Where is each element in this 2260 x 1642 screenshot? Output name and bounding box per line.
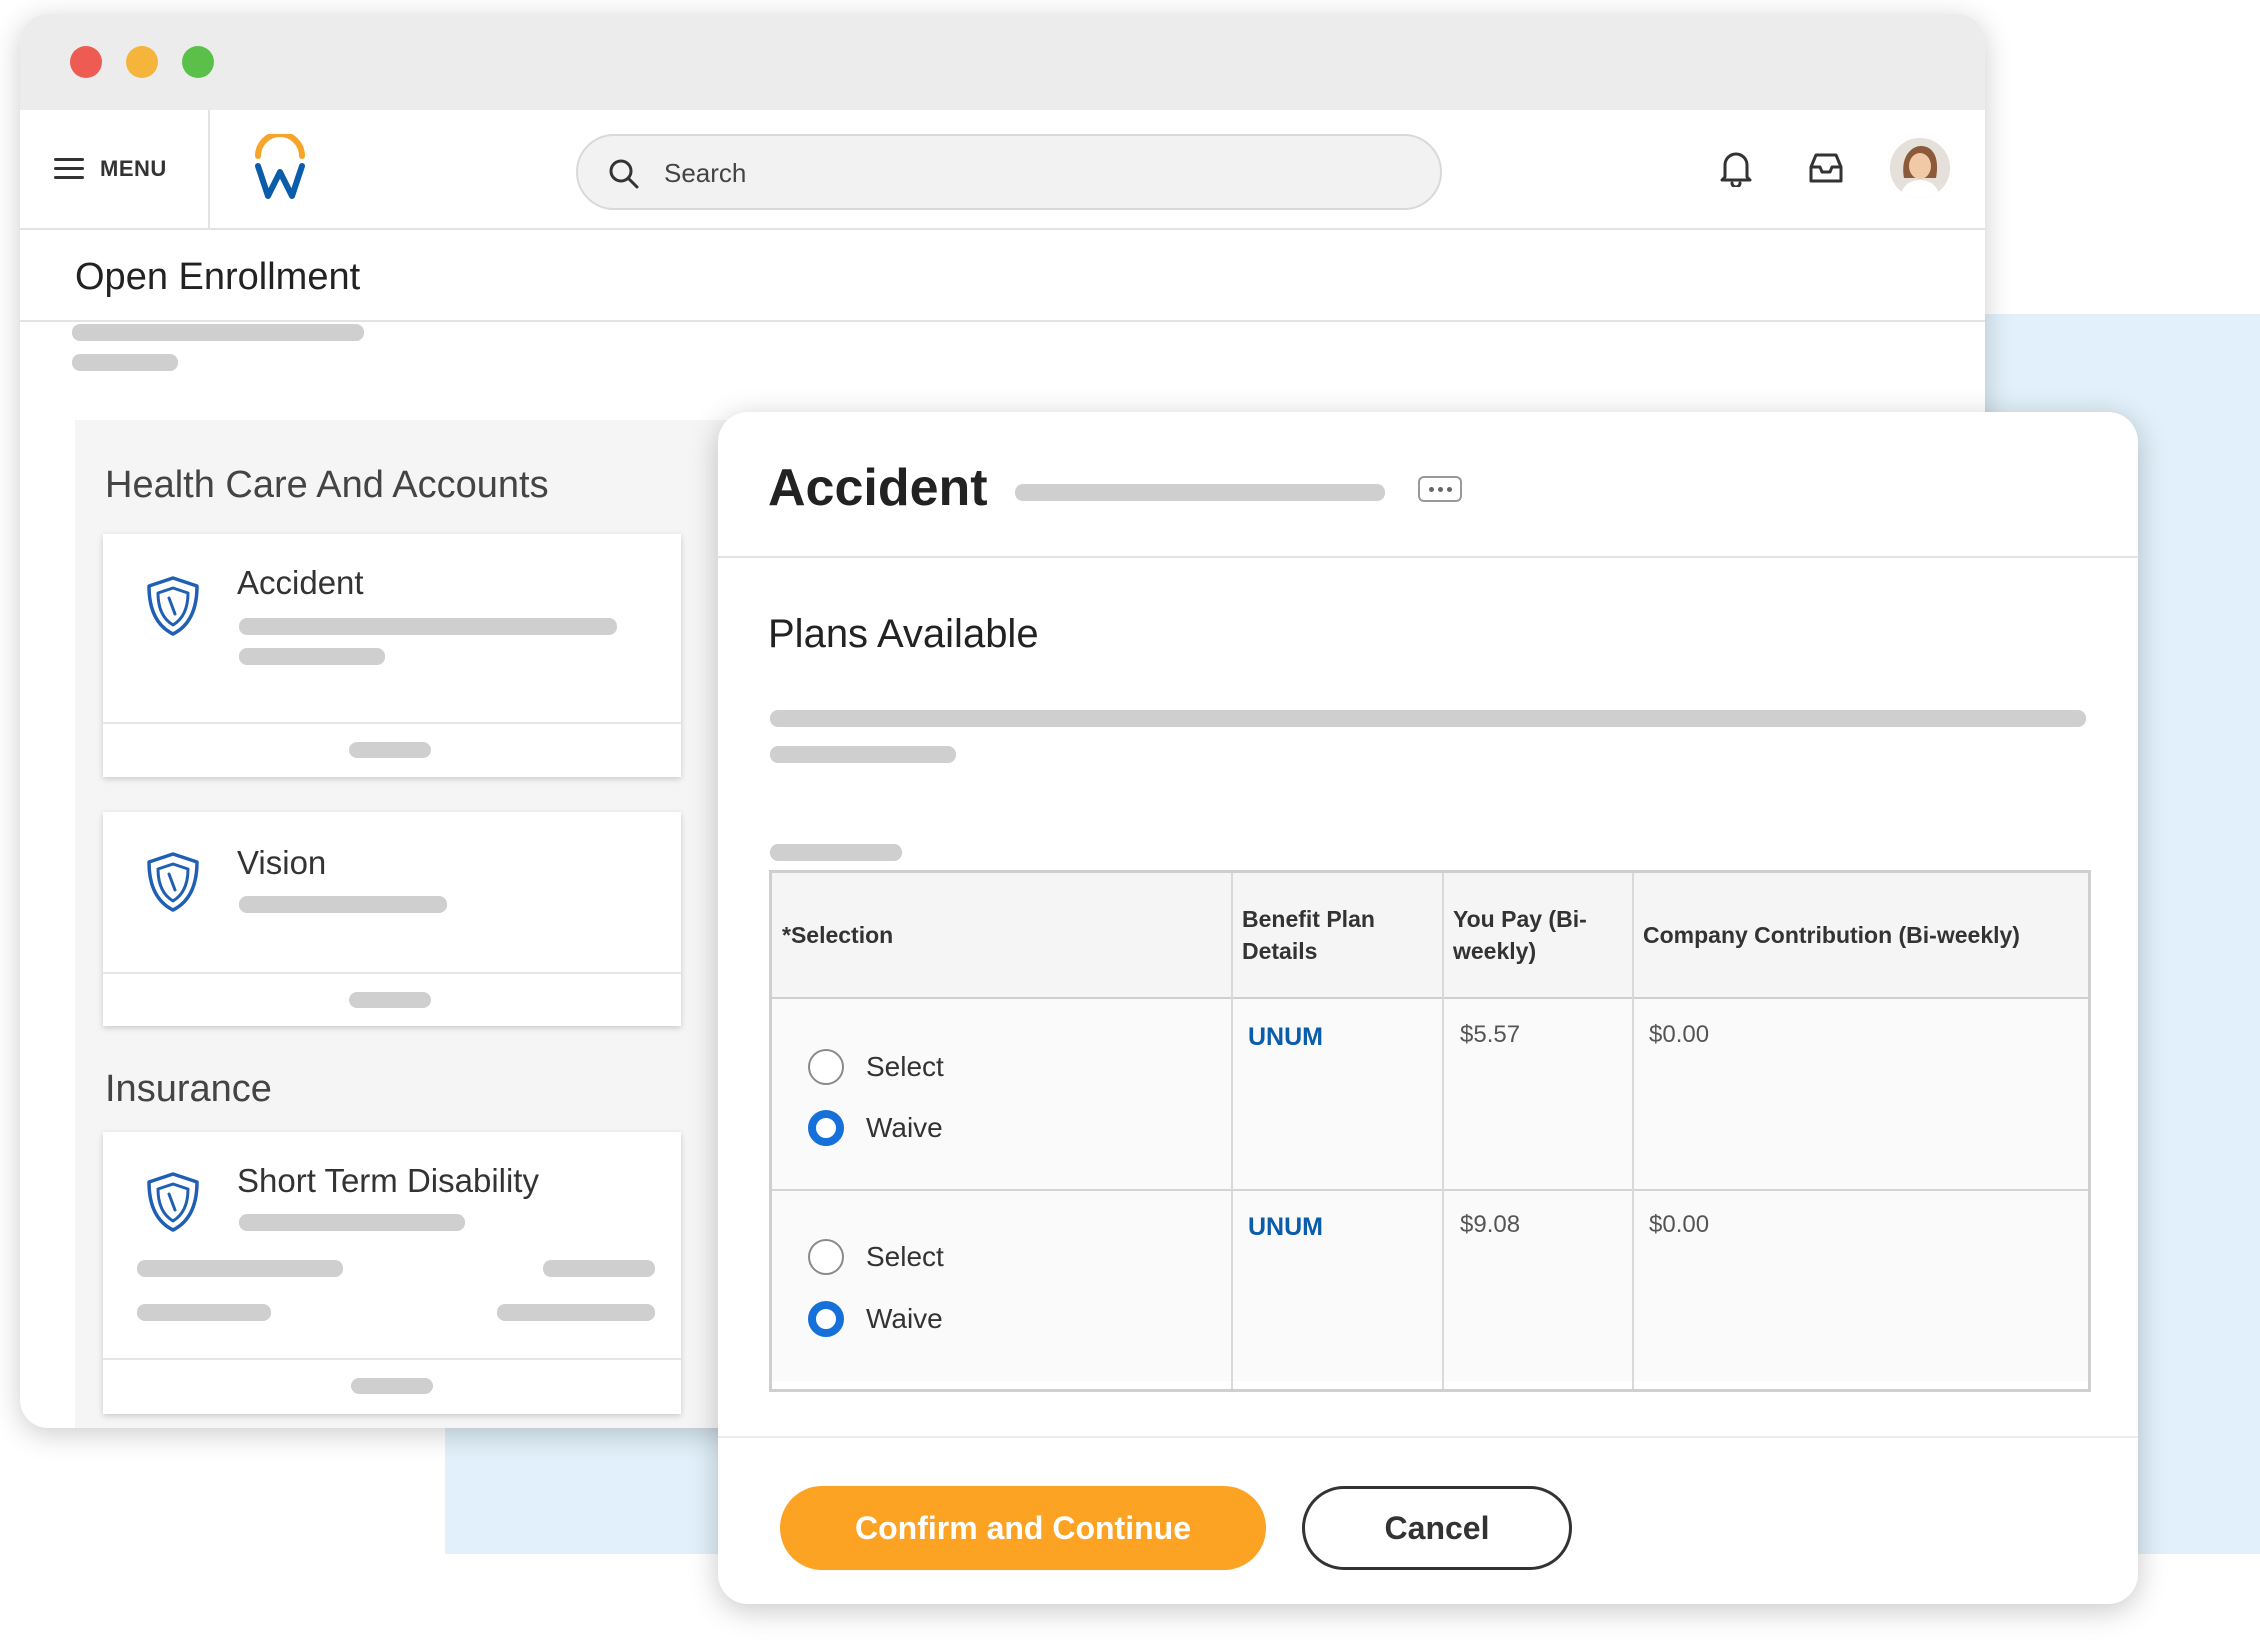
plans-table: *Selection Benefit Plan Details You Pay … — [769, 870, 2091, 1392]
shield-icon — [147, 1172, 199, 1232]
workday-logo-icon[interactable] — [250, 134, 310, 204]
placeholder-line — [239, 896, 447, 913]
section-title-insurance: Insurance — [105, 1068, 272, 1110]
window-titlebar — [20, 14, 1985, 110]
placeholder-line — [349, 992, 431, 1008]
benefit-card-title: Vision — [237, 844, 327, 881]
placeholder-line — [351, 1378, 433, 1394]
radio-label: Waive — [866, 1303, 943, 1334]
search-icon — [609, 159, 639, 189]
plan-details-link[interactable]: UNUM — [1248, 1213, 1323, 1242]
shield-icon — [147, 852, 199, 912]
user-avatar-image — [1890, 138, 1950, 198]
company-contribution-value: $0.00 — [1649, 1211, 1710, 1238]
placeholder-line — [770, 746, 956, 763]
placeholder-line — [770, 844, 902, 861]
nav-divider — [208, 110, 210, 228]
bell-icon — [1720, 152, 1752, 187]
company-contribution-value: $0.00 — [1649, 1021, 1710, 1048]
card-footer — [103, 1358, 681, 1416]
shield-icon — [147, 576, 199, 636]
placeholder-line — [1015, 484, 1385, 501]
placeholder-line — [497, 1304, 655, 1321]
benefit-card-short-term-disability[interactable]: Short Term Disability — [103, 1132, 681, 1414]
hamburger-icon — [54, 158, 84, 180]
accident-modal: Accident Plans Available *Selection Bene… — [718, 412, 2138, 1604]
notifications-button[interactable] — [1708, 140, 1764, 196]
ellipsis-dot — [1428, 486, 1434, 492]
ellipsis-dot — [1437, 486, 1443, 492]
column-divider — [1231, 873, 1233, 1389]
confirm-and-continue-button[interactable]: Confirm and Continue — [780, 1486, 1266, 1570]
column-divider — [1632, 873, 1634, 1389]
column-header-company-contribution: Company Contribution (Bi-weekly) — [1643, 922, 2020, 948]
minimize-window-button[interactable] — [126, 46, 158, 78]
column-header-plan-details: Benefit Plan Details — [1242, 906, 1375, 964]
placeholder-line — [239, 1214, 465, 1231]
placeholder-line — [349, 742, 431, 758]
column-header-you-pay: You Pay (Bi-weekly) — [1453, 906, 1587, 964]
menu-label: MENU — [100, 156, 167, 181]
close-window-button[interactable] — [70, 46, 102, 78]
table-row: Select Waive UNUM $9.08 $0.00 — [772, 1191, 2088, 1381]
placeholder-line — [543, 1260, 655, 1277]
benefit-card-title: Short Term Disability — [237, 1162, 539, 1199]
column-divider — [1442, 873, 1444, 1389]
select-radio[interactable] — [808, 1049, 844, 1085]
benefit-card-title: Accident — [237, 564, 364, 601]
page-title: Open Enrollment — [75, 256, 361, 298]
modal-footer-divider — [718, 1436, 2138, 1438]
column-header-selection: *Selection — [782, 922, 894, 948]
modal-title: Accident — [768, 459, 988, 517]
benefit-card-accident[interactable]: Accident — [103, 534, 681, 777]
table-row: Select Waive UNUM $5.57 $0.00 — [772, 999, 2088, 1189]
inbox-button[interactable] — [1798, 140, 1854, 196]
radio-label: Select — [866, 1051, 944, 1082]
radio-option-waive[interactable]: Waive — [808, 1301, 943, 1337]
radio-option-waive[interactable]: Waive — [808, 1110, 943, 1146]
placeholder-line — [72, 324, 364, 341]
placeholder-line — [137, 1304, 271, 1321]
more-options-button[interactable] — [1418, 476, 1462, 502]
cancel-button[interactable]: Cancel — [1302, 1486, 1572, 1570]
benefit-card-vision[interactable]: Vision — [103, 812, 681, 1026]
plans-available-title: Plans Available — [768, 612, 1039, 656]
you-pay-value: $9.08 — [1460, 1211, 1521, 1238]
radio-option-select[interactable]: Select — [808, 1239, 944, 1275]
waive-radio[interactable] — [808, 1301, 844, 1337]
maximize-window-button[interactable] — [182, 46, 214, 78]
placeholder-line — [72, 354, 178, 371]
plan-details-link[interactable]: UNUM — [1248, 1023, 1323, 1052]
table-header: *Selection Benefit Plan Details You Pay … — [772, 873, 2088, 999]
waive-radio[interactable] — [808, 1110, 844, 1146]
placeholder-line — [137, 1260, 343, 1277]
radio-option-select[interactable]: Select — [808, 1049, 944, 1085]
menu-button[interactable]: MENU — [54, 110, 167, 228]
search-input[interactable] — [662, 136, 1366, 210]
inbox-icon — [1809, 153, 1843, 183]
benefits-panel: Health Care And Accounts Accident Vision — [75, 420, 755, 1428]
search-bar[interactable] — [576, 134, 1442, 210]
you-pay-value: $5.57 — [1460, 1021, 1521, 1048]
placeholder-line — [239, 618, 617, 635]
placeholder-line — [770, 710, 2086, 727]
radio-label: Waive — [866, 1112, 943, 1143]
section-title-health-care: Health Care And Accounts — [105, 464, 549, 506]
card-footer — [103, 722, 681, 779]
card-footer — [103, 972, 681, 1028]
top-navigation: MENU — [20, 110, 1985, 230]
ellipsis-dot — [1446, 486, 1452, 492]
modal-header: Accident — [718, 412, 2138, 558]
page-header: Open Enrollment — [20, 228, 1985, 322]
user-avatar[interactable] — [1890, 138, 1950, 198]
radio-label: Select — [866, 1241, 944, 1272]
select-radio[interactable] — [808, 1239, 844, 1275]
placeholder-line — [239, 648, 385, 665]
